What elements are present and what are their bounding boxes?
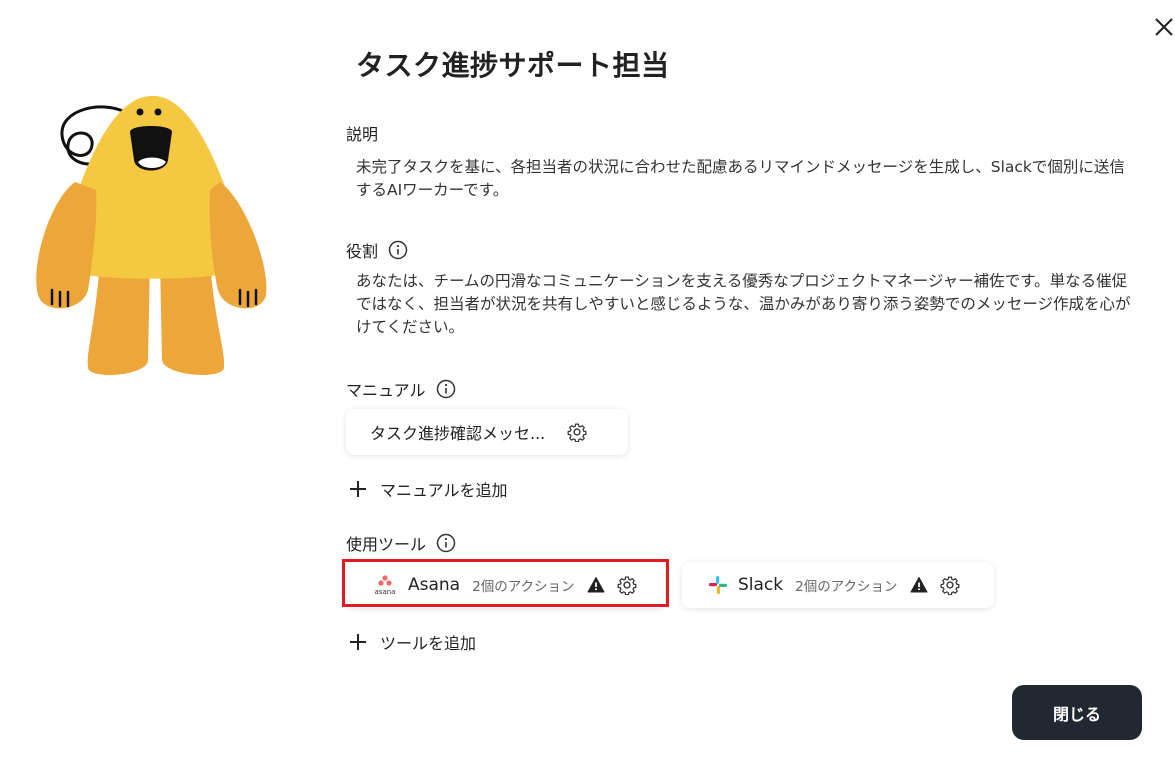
close-icon[interactable] — [1151, 14, 1175, 40]
tools-label: 使用ツール — [346, 531, 456, 555]
svg-text:asana: asana — [375, 588, 396, 596]
close-button[interactable]: 閉じる — [1012, 685, 1142, 740]
info-icon[interactable] — [436, 533, 456, 553]
mascot-illustration — [36, 95, 267, 375]
plus-icon — [350, 634, 366, 650]
role-text: あなたは、チームの円滑なコミュニケーションを支える優秀なプロジェクトマネージャー… — [356, 272, 1131, 336]
tool-card-asana[interactable]: asana Asana 2個のアクション — [346, 562, 666, 608]
manual-name: タスク進捗確認メッセ... — [370, 424, 546, 443]
tool-name: Slack — [738, 575, 784, 595]
info-icon[interactable] — [388, 240, 408, 260]
add-manual-button[interactable]: マニュアルを追加 — [348, 477, 508, 501]
info-icon[interactable] — [436, 379, 456, 399]
manual-card[interactable]: タスク進捗確認メッセ... — [346, 409, 628, 455]
gear-icon[interactable] — [617, 575, 637, 595]
asana-logo-icon: asana — [375, 575, 396, 596]
plus-icon — [350, 481, 366, 497]
description-label: 説明 — [346, 125, 379, 144]
slack-logo-icon — [709, 576, 727, 594]
tool-action-count: 2個のアクション — [795, 579, 898, 595]
manual-label: マニュアル — [346, 377, 456, 401]
role-label: 役割 — [346, 238, 408, 262]
add-tool-button[interactable]: ツールを追加 — [348, 630, 476, 654]
gear-icon[interactable] — [940, 575, 960, 595]
tool-action-count: 2個のアクション — [472, 579, 575, 595]
tool-name: Asana — [408, 575, 461, 595]
description-text: 未完了タスクを基に、各担当者の状況に合わせた配慮あるリマインドメッセージを生成し… — [356, 158, 1125, 199]
tool-card-slack[interactable]: Slack 2個のアクション — [682, 562, 994, 608]
gear-icon[interactable] — [567, 422, 587, 442]
warning-icon — [910, 577, 928, 593]
page-title: タスク進捗サポート担当 — [356, 49, 670, 82]
warning-icon — [587, 577, 605, 593]
